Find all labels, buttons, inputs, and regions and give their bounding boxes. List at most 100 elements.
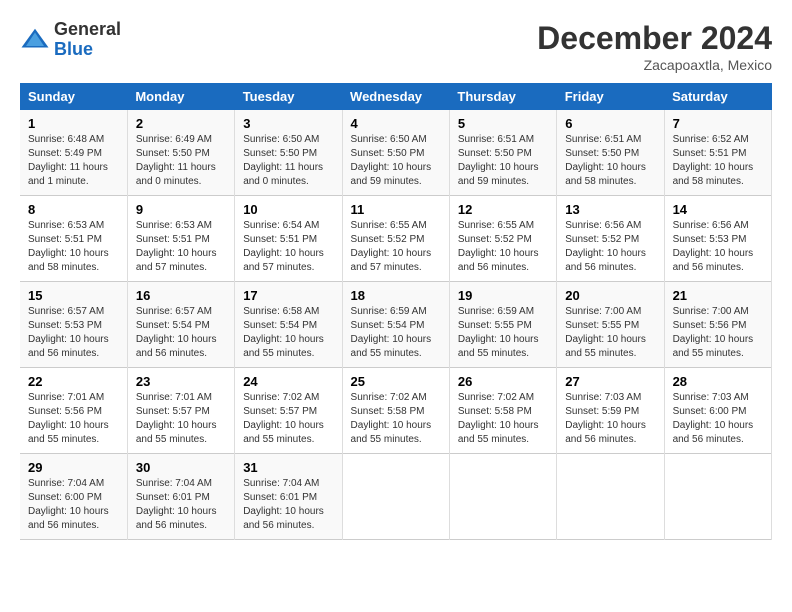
table-cell: 5 Sunrise: 6:51 AM Sunset: 5:50 PM Dayli…	[449, 110, 556, 196]
table-row: 22 Sunrise: 7:01 AM Sunset: 5:56 PM Dayl…	[20, 368, 772, 454]
table-cell: 21 Sunrise: 7:00 AM Sunset: 5:56 PM Dayl…	[664, 282, 771, 368]
col-monday: Monday	[127, 83, 234, 110]
col-sunday: Sunday	[20, 83, 127, 110]
day-info: Sunrise: 7:04 AM Sunset: 6:00 PM Dayligh…	[28, 477, 119, 533]
day-info: Sunrise: 6:56 AM Sunset: 5:53 PM Dayligh…	[673, 219, 763, 275]
day-number: 21	[673, 288, 763, 303]
table-row: 15 Sunrise: 6:57 AM Sunset: 5:53 PM Dayl…	[20, 282, 772, 368]
table-cell	[342, 454, 449, 540]
day-info: Sunrise: 7:02 AM Sunset: 5:58 PM Dayligh…	[351, 391, 441, 447]
day-info: Sunrise: 7:03 AM Sunset: 6:00 PM Dayligh…	[673, 391, 763, 447]
table-row: 8 Sunrise: 6:53 AM Sunset: 5:51 PM Dayli…	[20, 196, 772, 282]
day-number: 10	[243, 202, 333, 217]
col-saturday: Saturday	[664, 83, 771, 110]
day-info: Sunrise: 6:56 AM Sunset: 5:52 PM Dayligh…	[565, 219, 655, 275]
day-info: Sunrise: 6:53 AM Sunset: 5:51 PM Dayligh…	[28, 219, 119, 275]
location: Zacapoaxtla, Mexico	[537, 57, 772, 73]
table-cell: 19 Sunrise: 6:59 AM Sunset: 5:55 PM Dayl…	[449, 282, 556, 368]
table-cell: 6 Sunrise: 6:51 AM Sunset: 5:50 PM Dayli…	[557, 110, 664, 196]
day-info: Sunrise: 6:52 AM Sunset: 5:51 PM Dayligh…	[673, 133, 763, 189]
day-info: Sunrise: 6:54 AM Sunset: 5:51 PM Dayligh…	[243, 219, 333, 275]
logo-text: General Blue	[54, 20, 121, 60]
table-cell: 28 Sunrise: 7:03 AM Sunset: 6:00 PM Dayl…	[664, 368, 771, 454]
day-info: Sunrise: 6:55 AM Sunset: 5:52 PM Dayligh…	[351, 219, 441, 275]
day-number: 13	[565, 202, 655, 217]
table-cell: 27 Sunrise: 7:03 AM Sunset: 5:59 PM Dayl…	[557, 368, 664, 454]
table-cell: 10 Sunrise: 6:54 AM Sunset: 5:51 PM Dayl…	[235, 196, 342, 282]
day-number: 17	[243, 288, 333, 303]
day-info: Sunrise: 6:49 AM Sunset: 5:50 PM Dayligh…	[136, 133, 226, 189]
day-info: Sunrise: 6:50 AM Sunset: 5:50 PM Dayligh…	[243, 133, 333, 189]
day-number: 29	[28, 460, 119, 475]
day-number: 3	[243, 116, 333, 131]
day-info: Sunrise: 7:01 AM Sunset: 5:57 PM Dayligh…	[136, 391, 226, 447]
table-cell: 23 Sunrise: 7:01 AM Sunset: 5:57 PM Dayl…	[127, 368, 234, 454]
logo-general-text: General	[54, 20, 121, 40]
day-number: 16	[136, 288, 226, 303]
table-cell: 29 Sunrise: 7:04 AM Sunset: 6:00 PM Dayl…	[20, 454, 127, 540]
logo-icon	[20, 25, 50, 55]
day-number: 2	[136, 116, 226, 131]
day-number: 23	[136, 374, 226, 389]
table-row: 29 Sunrise: 7:04 AM Sunset: 6:00 PM Dayl…	[20, 454, 772, 540]
day-number: 18	[351, 288, 441, 303]
table-cell: 26 Sunrise: 7:02 AM Sunset: 5:58 PM Dayl…	[449, 368, 556, 454]
day-number: 11	[351, 202, 441, 217]
table-cell: 16 Sunrise: 6:57 AM Sunset: 5:54 PM Dayl…	[127, 282, 234, 368]
day-number: 27	[565, 374, 655, 389]
table-cell: 1 Sunrise: 6:48 AM Sunset: 5:49 PM Dayli…	[20, 110, 127, 196]
col-thursday: Thursday	[449, 83, 556, 110]
table-cell: 15 Sunrise: 6:57 AM Sunset: 5:53 PM Dayl…	[20, 282, 127, 368]
table-cell	[449, 454, 556, 540]
day-number: 26	[458, 374, 548, 389]
day-info: Sunrise: 6:57 AM Sunset: 5:54 PM Dayligh…	[136, 305, 226, 361]
day-number: 22	[28, 374, 119, 389]
day-number: 20	[565, 288, 655, 303]
day-number: 9	[136, 202, 226, 217]
table-cell: 14 Sunrise: 6:56 AM Sunset: 5:53 PM Dayl…	[664, 196, 771, 282]
day-info: Sunrise: 7:00 AM Sunset: 5:55 PM Dayligh…	[565, 305, 655, 361]
logo-blue-text: Blue	[54, 40, 121, 60]
day-number: 25	[351, 374, 441, 389]
day-info: Sunrise: 6:50 AM Sunset: 5:50 PM Dayligh…	[351, 133, 441, 189]
day-number: 6	[565, 116, 655, 131]
table-cell: 12 Sunrise: 6:55 AM Sunset: 5:52 PM Dayl…	[449, 196, 556, 282]
day-number: 8	[28, 202, 119, 217]
table-cell: 2 Sunrise: 6:49 AM Sunset: 5:50 PM Dayli…	[127, 110, 234, 196]
table-cell: 11 Sunrise: 6:55 AM Sunset: 5:52 PM Dayl…	[342, 196, 449, 282]
page-header: General Blue December 2024 Zacapoaxtla, …	[20, 20, 772, 73]
calendar-table: Sunday Monday Tuesday Wednesday Thursday…	[20, 83, 772, 540]
day-info: Sunrise: 6:59 AM Sunset: 5:55 PM Dayligh…	[458, 305, 548, 361]
table-cell: 17 Sunrise: 6:58 AM Sunset: 5:54 PM Dayl…	[235, 282, 342, 368]
day-info: Sunrise: 7:02 AM Sunset: 5:57 PM Dayligh…	[243, 391, 333, 447]
table-row: 1 Sunrise: 6:48 AM Sunset: 5:49 PM Dayli…	[20, 110, 772, 196]
table-cell: 24 Sunrise: 7:02 AM Sunset: 5:57 PM Dayl…	[235, 368, 342, 454]
table-cell: 22 Sunrise: 7:01 AM Sunset: 5:56 PM Dayl…	[20, 368, 127, 454]
day-number: 7	[673, 116, 763, 131]
day-number: 30	[136, 460, 226, 475]
day-number: 31	[243, 460, 333, 475]
header-row: Sunday Monday Tuesday Wednesday Thursday…	[20, 83, 772, 110]
col-tuesday: Tuesday	[235, 83, 342, 110]
table-cell: 8 Sunrise: 6:53 AM Sunset: 5:51 PM Dayli…	[20, 196, 127, 282]
day-info: Sunrise: 6:59 AM Sunset: 5:54 PM Dayligh…	[351, 305, 441, 361]
table-cell	[557, 454, 664, 540]
table-cell: 30 Sunrise: 7:04 AM Sunset: 6:01 PM Dayl…	[127, 454, 234, 540]
table-cell: 7 Sunrise: 6:52 AM Sunset: 5:51 PM Dayli…	[664, 110, 771, 196]
table-cell	[664, 454, 771, 540]
day-number: 1	[28, 116, 119, 131]
day-number: 19	[458, 288, 548, 303]
day-info: Sunrise: 6:57 AM Sunset: 5:53 PM Dayligh…	[28, 305, 119, 361]
table-cell: 4 Sunrise: 6:50 AM Sunset: 5:50 PM Dayli…	[342, 110, 449, 196]
title-section: December 2024 Zacapoaxtla, Mexico	[537, 20, 772, 73]
col-wednesday: Wednesday	[342, 83, 449, 110]
col-friday: Friday	[557, 83, 664, 110]
day-info: Sunrise: 6:55 AM Sunset: 5:52 PM Dayligh…	[458, 219, 548, 275]
table-cell: 18 Sunrise: 6:59 AM Sunset: 5:54 PM Dayl…	[342, 282, 449, 368]
day-info: Sunrise: 6:51 AM Sunset: 5:50 PM Dayligh…	[458, 133, 548, 189]
day-info: Sunrise: 6:53 AM Sunset: 5:51 PM Dayligh…	[136, 219, 226, 275]
day-number: 15	[28, 288, 119, 303]
day-number: 12	[458, 202, 548, 217]
day-number: 28	[673, 374, 763, 389]
day-info: Sunrise: 7:04 AM Sunset: 6:01 PM Dayligh…	[136, 477, 226, 533]
